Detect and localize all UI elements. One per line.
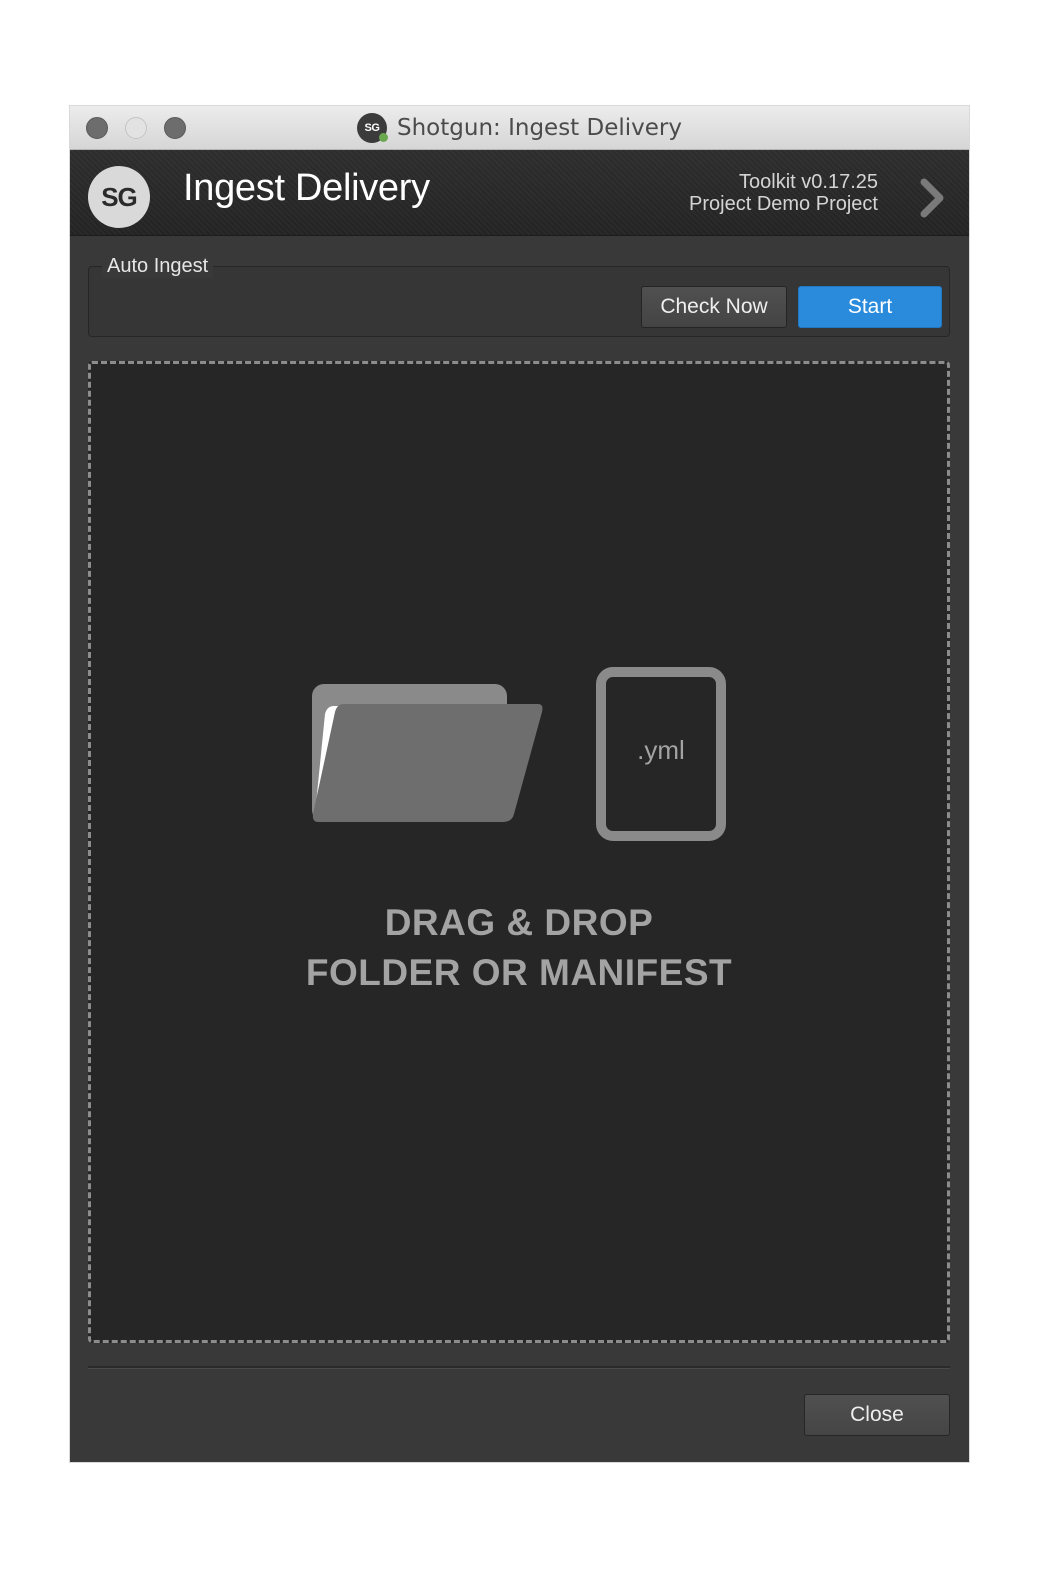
- window-titlebar[interactable]: SG Shotgun: Ingest Delivery: [70, 106, 969, 150]
- close-button[interactable]: Close: [804, 1394, 950, 1436]
- project-name: Project Demo Project: [689, 193, 878, 215]
- chevron-right-icon[interactable]: [917, 178, 947, 218]
- window-title: Shotgun: Ingest Delivery: [397, 115, 682, 141]
- app-title: Ingest Delivery: [183, 167, 430, 209]
- sg-logo-icon: SG: [88, 166, 150, 228]
- toolkit-info: Toolkit v0.17.25 Project Demo Project: [689, 171, 878, 215]
- folder-icon: [312, 684, 543, 822]
- drop-instruction-line-2: FOLDER OR MANIFEST: [305, 952, 733, 993]
- title-icon-text: SG: [364, 122, 380, 134]
- toolkit-version: Toolkit v0.17.25: [739, 171, 878, 193]
- app-window: SG Shotgun: Ingest Delivery SG Ingest De…: [70, 106, 969, 1462]
- logo-text: SG: [101, 181, 138, 212]
- auto-ingest-label: Auto Ingest: [102, 255, 214, 278]
- drop-icons: .yml: [312, 667, 726, 841]
- footer-divider: [88, 1366, 950, 1369]
- check-now-button[interactable]: Check Now: [641, 286, 787, 328]
- window-title-group: SG Shotgun: Ingest Delivery: [70, 106, 969, 150]
- manifest-ext-label: .yml: [637, 735, 685, 765]
- drop-instruction-line-1: DRAG & DROP: [384, 902, 654, 943]
- shotgun-logo-icon: SG: [357, 113, 388, 143]
- app-header: SG Ingest Delivery Toolkit v0.17.25 Proj…: [70, 150, 969, 236]
- drop-zone[interactable]: [88, 361, 950, 1343]
- title-icon-dot: [379, 133, 388, 142]
- start-button[interactable]: Start: [798, 286, 942, 328]
